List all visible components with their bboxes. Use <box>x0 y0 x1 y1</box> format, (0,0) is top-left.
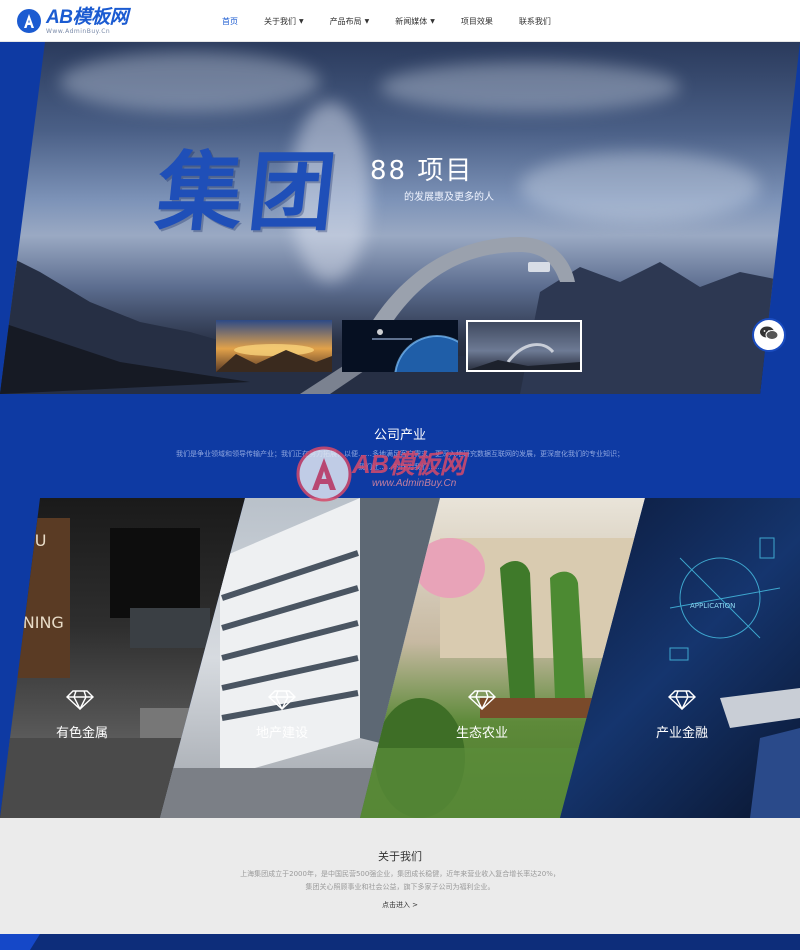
next-section-strip <box>0 934 800 950</box>
diamond-icon <box>65 690 95 711</box>
banner-subtitle: 的发展惠及更多的人 <box>404 192 494 203</box>
banner-thumb-sunrise[interactable] <box>216 320 332 372</box>
about-section: 关于我们 上海集团成立于2000年，是中国民营500强企业，集团成长稳健，近年来… <box>0 818 800 934</box>
wechat-float-button[interactable] <box>752 318 786 352</box>
industry-panels: HINU HINING 有色金属 地产建设 生态农业 APPLICATION 产… <box>0 498 800 818</box>
banner-thumb-bridge[interactable] <box>466 320 582 372</box>
banner-calligraphy: 集团 <box>151 142 347 243</box>
watermark-url: www.AdminBuy.Cn <box>372 478 457 489</box>
logo-mark-icon <box>16 8 44 34</box>
nav-item-news[interactable]: 新闻媒体 ▼ <box>395 16 435 27</box>
caret-down-icon: ▼ <box>299 17 304 25</box>
about-description: 上海集团成立于2000年，是中国民营500强企业，集团成长稳健，近年来营业收入复… <box>240 870 560 891</box>
svg-text:APPLICATION: APPLICATION <box>690 602 735 610</box>
industry-label-metals: 有色金属 <box>55 726 108 741</box>
banner-title: 88 项目 <box>370 156 474 186</box>
top-header: AB模板网 Www.AdminBuy.Cn 首页 关于我们 ▼ 产品布局 ▼ 新闻媒… <box>0 0 800 42</box>
industry-label-finance: 产业金融 <box>655 726 708 741</box>
about-more-link[interactable]: 点击进入 > <box>0 900 800 910</box>
logo-text: AB模板网 <box>46 6 128 28</box>
caret-down-icon: ▼ <box>430 17 435 25</box>
diamond-icon <box>667 690 697 711</box>
industry-label-realestate: 地产建设 <box>255 726 308 741</box>
watermark: AB模板网 www.AdminBuy.Cn <box>296 438 516 518</box>
diamond-icon <box>467 690 497 711</box>
nav-item-about[interactable]: 关于我们 ▼ <box>264 16 304 27</box>
watermark-logo-icon <box>296 446 352 502</box>
svg-text:HINING: HINING <box>6 613 64 632</box>
logo-url: Www.AdminBuy.Cn <box>46 27 111 35</box>
industry-label-agriculture: 生态农业 <box>455 726 508 741</box>
nav-item-home[interactable]: 首页 <box>222 16 238 27</box>
nav-item-products[interactable]: 产品布局 ▼ <box>330 16 370 27</box>
diamond-icon <box>267 690 297 711</box>
nav-item-contact[interactable]: 联系我们 <box>519 16 551 27</box>
main-nav: 首页 关于我们 ▼ 产品布局 ▼ 新闻媒体 ▼ 项目效果 联系我们 <box>222 0 577 42</box>
caret-down-icon: ▼ <box>364 17 370 25</box>
about-title: 关于我们 <box>378 850 422 863</box>
wechat-icon <box>759 325 779 345</box>
svg-text:HINU: HINU <box>6 531 46 550</box>
watermark-text: AB模板网 <box>352 449 466 479</box>
nav-item-projects[interactable]: 项目效果 <box>461 16 493 27</box>
site-logo[interactable]: AB模板网 Www.AdminBuy.Cn <box>16 6 128 36</box>
hero-banner: 集团 88 项目 的发展惠及更多的人 <box>0 42 800 394</box>
banner-thumb-earth[interactable] <box>342 320 458 372</box>
